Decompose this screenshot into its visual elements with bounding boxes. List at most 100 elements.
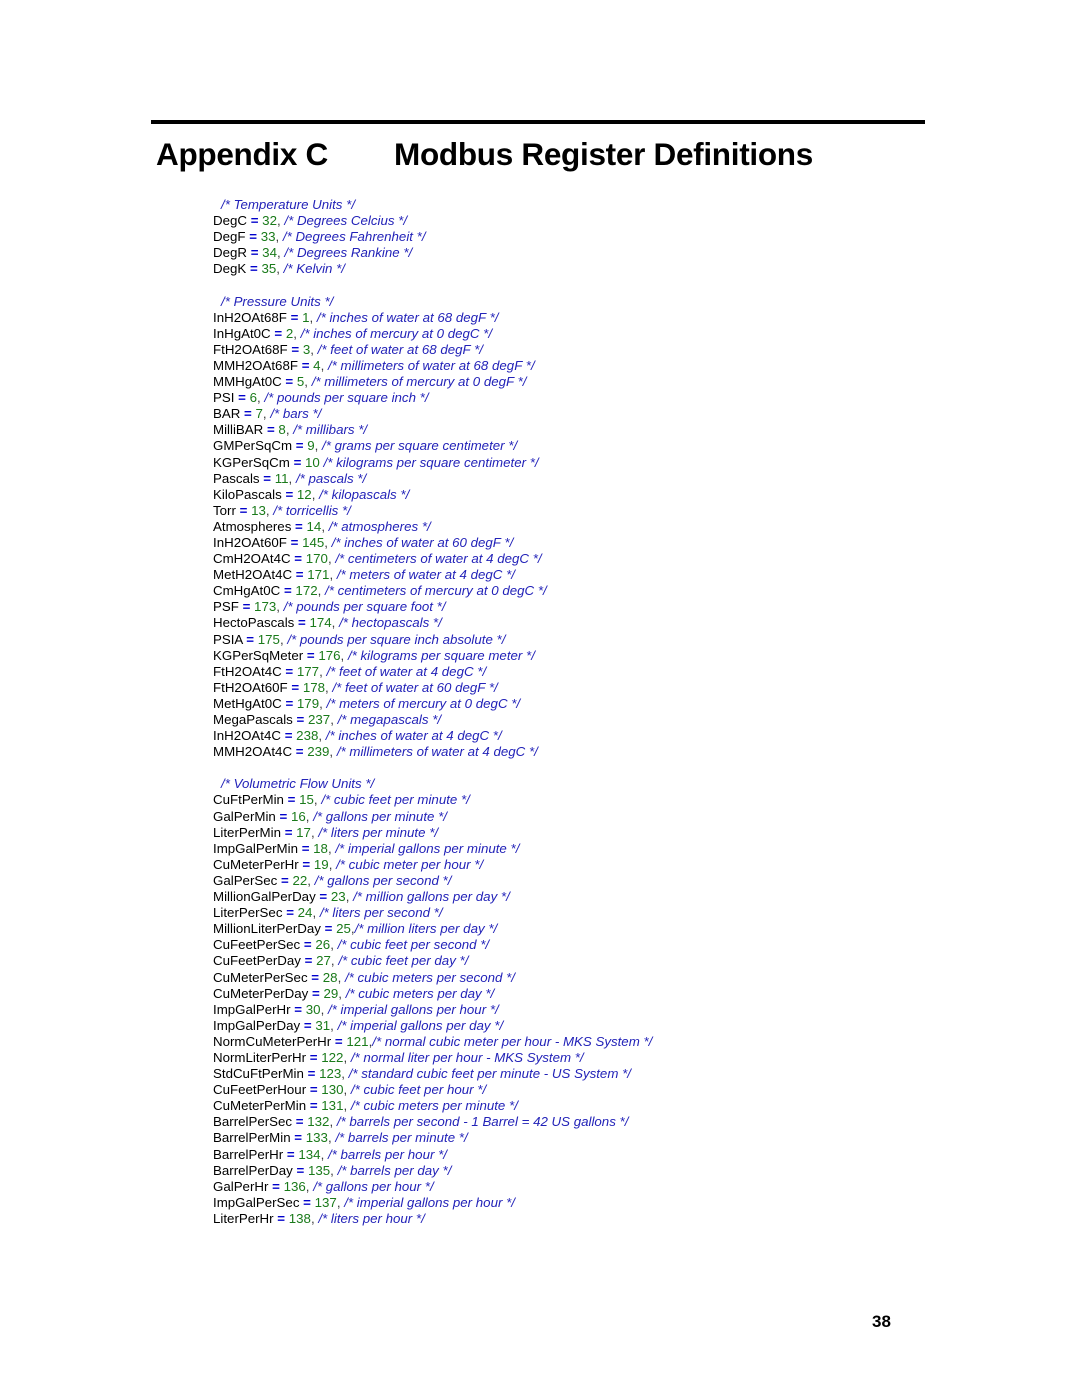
- register-identifier: CuMeterPerSec: [213, 969, 308, 985]
- assignment-operator: =: [301, 357, 310, 373]
- assignment-operator: =: [244, 406, 252, 422]
- register-definition-line: MilliBAR = 8, /* millibars */: [213, 422, 1013, 438]
- value-separator: ,: [331, 615, 336, 631]
- assignment-operator: =: [285, 374, 294, 390]
- assignment-operator: =: [266, 422, 275, 438]
- value-separator: ,: [257, 390, 261, 406]
- register-definition-line: DegK = 35, /* Kelvin */: [213, 261, 1013, 277]
- register-value: 131: [321, 1098, 344, 1114]
- register-definition-line: MillionLiterPerDay = 25,/* million liter…: [213, 921, 1013, 937]
- register-identifier: InHgAt0C: [213, 325, 271, 341]
- register-definition-line: KGPerSqCm = 10 /* kilograms per square c…: [213, 455, 1013, 471]
- register-identifier: StdCuFtPerMin: [213, 1066, 304, 1082]
- register-definition-line: GalPerSec = 22, /* gallons per second */: [213, 873, 1013, 889]
- value-separator: ,: [327, 551, 332, 567]
- register-value: 138: [288, 1210, 311, 1226]
- assignment-operator: =: [249, 261, 258, 277]
- assignment-operator: =: [294, 551, 303, 567]
- value-separator: ,: [343, 1082, 348, 1098]
- value-separator: ,: [337, 969, 342, 985]
- register-identifier: LiterPerMin: [213, 824, 281, 840]
- register-comment: /* feet of water at 4 degC */: [326, 663, 487, 679]
- register-comment: /* cubic meters per day */: [345, 985, 495, 1001]
- register-comment: /* gallons per second */: [314, 872, 452, 888]
- value-separator: ,: [343, 1049, 348, 1065]
- value-separator: ,: [318, 728, 323, 744]
- assignment-operator: =: [281, 872, 289, 888]
- register-comment: /* inches of water at 68 degF */: [316, 309, 499, 325]
- register-definition-line: MetH2OAt4C = 171, /* meters of water at …: [213, 567, 1013, 583]
- register-value: 26: [315, 937, 331, 953]
- register-comment: /* cubic feet per second */: [337, 937, 490, 953]
- assignment-operator: =: [242, 599, 251, 615]
- register-value: 238: [296, 728, 319, 744]
- register-identifier: Torr: [213, 502, 236, 518]
- register-comment: /* centimeters of mercury at 0 degC */: [325, 583, 547, 599]
- register-identifier: KGPerSqMeter: [213, 647, 304, 663]
- assignment-operator: =: [263, 470, 272, 486]
- assignment-operator: =: [250, 213, 259, 229]
- assignment-operator: =: [239, 502, 248, 518]
- section-heading-comment: /* Volumetric Flow Units */: [221, 776, 375, 792]
- register-definition-line: MMH2OAt4C = 239, /* millimeters of water…: [213, 744, 1013, 760]
- section-heading-comment: /* Pressure Units */: [221, 293, 334, 309]
- assignment-operator: =: [309, 1082, 318, 1098]
- register-comment: /* Kelvin */: [283, 261, 345, 277]
- assignment-operator: =: [283, 583, 292, 599]
- register-value: 170: [305, 551, 328, 567]
- register-identifier: FtH2OAt68F: [213, 341, 288, 357]
- register-comment: /* meters of water at 4 degC */: [336, 567, 515, 583]
- value-separator: ,: [276, 261, 280, 277]
- value-separator: ,: [262, 406, 267, 422]
- register-definition-line: LiterPerHr = 138, /* liters per hour */: [213, 1211, 1013, 1227]
- register-identifier: InH2OAt60F: [213, 534, 287, 550]
- register-definition-line: PSF = 173, /* pounds per square foot */: [213, 599, 1013, 615]
- register-identifier: CuMeterPerHr: [213, 856, 299, 872]
- register-identifier: LiterPerHr: [213, 1210, 274, 1226]
- value-separator: ,: [336, 1194, 341, 1210]
- assignment-operator: =: [303, 1017, 312, 1033]
- assignment-operator: =: [319, 889, 328, 905]
- assignment-operator: =: [294, 1130, 303, 1146]
- value-separator: ,: [338, 985, 342, 1001]
- register-identifier: DegR: [213, 245, 247, 261]
- register-value: 122: [321, 1049, 344, 1065]
- register-comment: /* kilograms per square meter */: [347, 647, 535, 663]
- register-value: 175: [257, 631, 280, 647]
- value-separator: ,: [288, 470, 293, 486]
- register-definition-line: KGPerSqMeter = 176, /* kilograms per squ…: [213, 648, 1013, 664]
- register-identifier: PSIA: [213, 631, 243, 647]
- value-separator: ,: [307, 872, 311, 888]
- register-identifier: CuMeterPerDay: [213, 985, 309, 1001]
- register-value: 132: [307, 1114, 330, 1130]
- value-separator: ,: [330, 937, 334, 953]
- register-value: 4: [313, 357, 321, 373]
- value-separator: ,: [310, 824, 315, 840]
- register-comment: /* inches of water at 4 degC */: [325, 728, 502, 744]
- value-separator: ,: [304, 374, 308, 390]
- assignment-operator: =: [324, 921, 333, 937]
- register-definition-line: CuMeterPerMin = 131, /* cubic meters per…: [213, 1098, 1013, 1114]
- register-identifier: InH2OAt68F: [213, 309, 287, 325]
- register-definition-line: HectoPascals = 174, /* hectopascals */: [213, 615, 1013, 631]
- register-definition-line: BarrelPerMin = 133, /* barrels per minut…: [213, 1130, 1013, 1146]
- register-value: 7: [255, 406, 263, 422]
- register-definition-line: NormLiterPerHr = 122, /* normal liter pe…: [213, 1050, 1013, 1066]
- register-value: 121: [346, 1033, 369, 1049]
- register-value: 22: [292, 872, 308, 888]
- register-definition-line: ImpGalPerDay = 31, /* imperial gallons p…: [213, 1018, 1013, 1034]
- value-separator: ,: [276, 599, 280, 615]
- value-separator: ,: [319, 663, 323, 679]
- value-separator: ,: [329, 744, 334, 760]
- register-definition-line: CuFeetPerHour = 130, /* cubic feet per h…: [213, 1082, 1013, 1098]
- register-identifier: DegK: [213, 261, 247, 277]
- register-value: 177: [296, 663, 320, 679]
- assignment-operator: =: [302, 856, 311, 872]
- value-separator: ,: [285, 422, 290, 438]
- register-value: 25: [336, 921, 351, 937]
- register-identifier: DegF: [213, 229, 246, 245]
- heading-divider-rule: [151, 120, 925, 124]
- register-definition-line: MetHgAt0C = 179, /* meters of mercury at…: [213, 696, 1013, 712]
- register-value: 176: [318, 647, 341, 663]
